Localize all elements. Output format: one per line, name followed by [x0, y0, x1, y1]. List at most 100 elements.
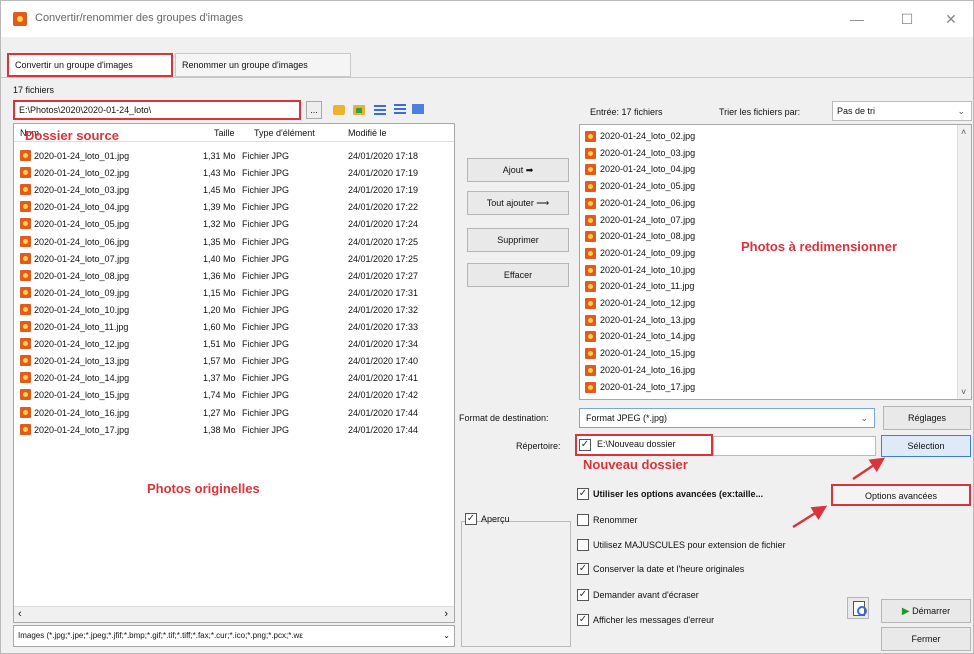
settings-button[interactable]: Réglages [883, 406, 971, 430]
table-row[interactable]: 2020-01-24_loto_09.jpg 1,15 Mo Fichier JPG… [14, 284, 454, 302]
table-row[interactable]: 2020-01-24_loto_05.jpg 1,32 Mo Fichier JPG… [14, 215, 454, 233]
file-name: 2020-01-24_loto_04.jpg [600, 164, 696, 175]
file-size: 1,74 Mo [203, 390, 236, 401]
scroll-down-icon[interactable]: ˅ [961, 387, 966, 397]
directory-checkbox[interactable]: ✓ [579, 439, 591, 451]
option-checkbox[interactable]: ✓ [577, 488, 589, 500]
list-item[interactable]: 2020-01-24_loto_02.jpg [580, 129, 956, 143]
file-name: 2020-01-24_loto_05.jpg [34, 219, 130, 230]
file-name: 2020-01-24_loto_08.jpg [34, 270, 130, 281]
thumbnail-view-icon[interactable] [411, 101, 425, 119]
minimize-button[interactable]: — [837, 7, 877, 31]
jpg-file-icon [20, 389, 31, 401]
add-all-button[interactable]: Tout ajouter ⟶ [467, 191, 569, 215]
file-type: Fichier JPG [242, 253, 290, 264]
preview-checkbox[interactable]: ✓ [465, 513, 477, 525]
new-folder-icon[interactable] [351, 101, 367, 119]
table-row[interactable]: 2020-01-24_loto_01.jpg 1,31 Mo Fichier JPG… [14, 147, 454, 165]
table-row[interactable]: 2020-01-24_loto_12.jpg 1,51 Mo Fichier JPG… [14, 335, 454, 353]
option-checkbox[interactable]: ✓ [577, 614, 589, 626]
column-header-size[interactable]: Taille [214, 128, 235, 138]
preview-icon[interactable] [847, 597, 869, 619]
sort-select[interactable]: Pas de tri ⌄ [832, 101, 972, 121]
option-checkbox[interactable]: ✓ [577, 563, 589, 575]
list-item[interactable]: 2020-01-24_loto_11.jpg [580, 279, 956, 293]
source-path-input[interactable]: E:\Photos\2020\2020-01-24_loto\ [13, 100, 301, 120]
table-row[interactable]: 2020-01-24_loto_02.jpg 1,43 Mo Fichier JPG… [14, 164, 454, 182]
option-checkbox[interactable] [577, 539, 589, 551]
table-row[interactable]: 2020-01-24_loto_10.jpg 1,20 Mo Fichier JPG… [14, 301, 454, 319]
file-date: 24/01/2020 17:44 [348, 407, 419, 418]
list-item[interactable]: 2020-01-24_loto_16.jpg [580, 363, 956, 377]
table-row[interactable]: 2020-01-24_loto_17.jpg 1,38 Mo Fichier JPG… [14, 421, 454, 439]
table-row[interactable]: 2020-01-24_loto_08.jpg 1,36 Mo Fichier JPG… [14, 267, 454, 285]
scroll-left-icon[interactable]: ‹ [18, 608, 22, 620]
remove-button[interactable]: Supprimer [467, 228, 569, 252]
table-row[interactable]: 2020-01-24_loto_04.jpg 1,39 Mo Fichier JPG… [14, 198, 454, 216]
close-window-button[interactable]: ✕ [931, 7, 971, 31]
file-date: 24/01/2020 17:19 [348, 185, 419, 196]
column-header-date[interactable]: Modifié le [348, 128, 387, 138]
table-row[interactable]: 2020-01-24_loto_07.jpg 1,40 Mo Fichier JPG… [14, 250, 454, 268]
file-type-filter[interactable]: Images (*.jpg;*.jpe;*.jpeg;*.jfif;*.bmp;… [13, 625, 455, 647]
list-item[interactable]: 2020-01-24_loto_10.jpg [580, 263, 956, 277]
add-button[interactable]: Ajout ➡ [467, 158, 569, 182]
list-view-icon[interactable] [373, 101, 387, 119]
jpg-file-icon [20, 372, 31, 384]
jpg-file-icon [20, 252, 31, 264]
table-row[interactable]: 2020-01-24_loto_06.jpg 1,35 Mo Fichier JPG… [14, 233, 454, 251]
list-item[interactable]: 2020-01-24_loto_13.jpg [580, 313, 956, 327]
list-item[interactable]: 2020-01-24_loto_06.jpg [580, 196, 956, 210]
table-row[interactable]: 2020-01-24_loto_13.jpg 1,57 Mo Fichier JPG… [14, 352, 454, 370]
file-type: Fichier JPG [242, 202, 290, 213]
title-bar: Convertir/renommer des groupes d'images … [1, 1, 973, 37]
directory-input[interactable]: E:\Nouveau dossier [597, 439, 676, 449]
start-button[interactable]: ▶ Démarrer [881, 599, 971, 623]
list-item[interactable]: 2020-01-24_loto_12.jpg [580, 296, 956, 310]
jpg-file-icon [585, 231, 596, 243]
vertical-scrollbar[interactable]: ˄ ˅ [957, 125, 971, 399]
file-date: 24/01/2020 17:42 [348, 390, 419, 401]
file-date: 24/01/2020 17:18 [348, 151, 419, 161]
table-row[interactable]: 2020-01-24_loto_11.jpg 1,60 Mo Fichier JPG… [14, 318, 454, 336]
list-item[interactable]: 2020-01-24_loto_03.jpg [580, 146, 956, 160]
tab-rename[interactable]: Renommer un groupe d'images [175, 53, 351, 77]
folder-up-icon[interactable] [331, 101, 347, 119]
list-item[interactable]: 2020-01-24_loto_15.jpg [580, 346, 956, 360]
destination-file-list[interactable]: 2020-01-24_loto_02.jpg 2020-01-24_loto_03… [579, 124, 972, 400]
table-row[interactable]: 2020-01-24_loto_16.jpg 1,27 Mo Fichier JPG… [14, 404, 454, 422]
table-row[interactable]: 2020-01-24_loto_15.jpg 1,74 Mo Fichier JPG… [14, 386, 454, 404]
file-size: 1,38 Mo [203, 424, 236, 435]
advanced-options-button[interactable]: Options avancées [831, 484, 971, 506]
list-item[interactable]: 2020-01-24_loto_04.jpg [580, 162, 956, 176]
column-header-type[interactable]: Type d'élément [254, 128, 315, 138]
close-button[interactable]: Fermer [881, 627, 971, 651]
jpg-file-icon [585, 281, 596, 293]
preview-panel [461, 521, 571, 647]
file-type: Fichier JPG [242, 407, 290, 418]
source-file-list[interactable]: Nom Taille Type d'élément Modifié le 202… [13, 123, 455, 623]
list-item[interactable]: 2020-01-24_loto_17.jpg [580, 380, 956, 394]
clear-button[interactable]: Effacer [467, 263, 569, 287]
option-checkbox[interactable] [577, 514, 589, 526]
jpg-file-icon [20, 235, 31, 247]
maximize-button[interactable]: ☐ [887, 7, 927, 31]
list-item[interactable]: 2020-01-24_loto_14.jpg [580, 329, 956, 343]
jpg-file-icon [585, 181, 596, 193]
option-checkbox[interactable]: ✓ [577, 589, 589, 601]
start-label: Démarrer [912, 606, 951, 616]
sort-label: Trier les fichiers par: [719, 107, 801, 117]
tab-convert[interactable]: Convertir un groupe d'images [7, 53, 173, 77]
table-row[interactable]: 2020-01-24_loto_03.jpg 1,45 Mo Fichier JPG… [14, 181, 454, 199]
list-item[interactable]: 2020-01-24_loto_05.jpg [580, 179, 956, 193]
browse-button[interactable]: ... [306, 101, 322, 119]
horizontal-scrollbar[interactable]: ‹ › [14, 606, 454, 622]
scroll-right-icon[interactable]: › [444, 608, 448, 620]
list-item[interactable]: 2020-01-24_loto_07.jpg [580, 213, 956, 227]
file-date: 24/01/2020 17:32 [348, 304, 419, 315]
format-select[interactable]: Format JPEG (*.jpg) ⌄ [579, 408, 875, 428]
table-row[interactable]: 2020-01-24_loto_14.jpg 1,37 Mo Fichier JPG… [14, 369, 454, 387]
scroll-up-icon[interactable]: ˄ [961, 127, 966, 137]
details-view-icon[interactable] [393, 101, 407, 119]
arrow-to-select [852, 457, 886, 481]
